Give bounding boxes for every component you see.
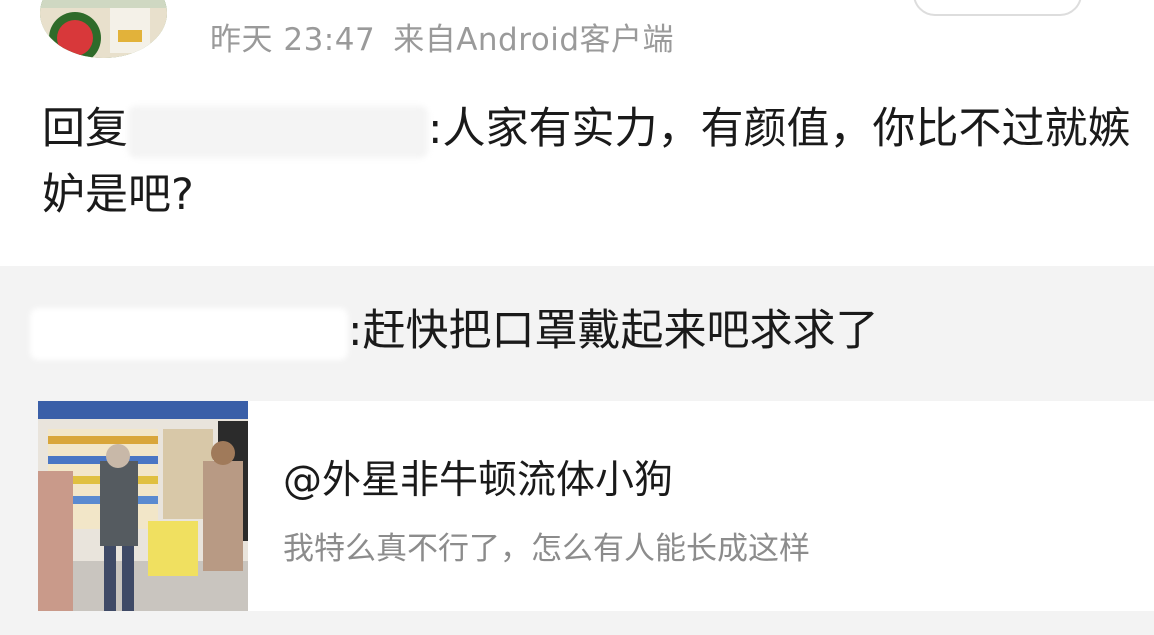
avatar-image xyxy=(40,0,167,58)
store-photo-image xyxy=(38,401,248,611)
comment-source: 来自Android客户端 xyxy=(393,22,675,58)
comment-meta: 昨天 23:47 来自Android客户端 xyxy=(210,14,674,59)
comment-time: 昨天 23:47 xyxy=(210,22,376,58)
share-card-thumbnail xyxy=(38,401,248,611)
share-card-title: @外星非牛顿流体小狗 xyxy=(283,458,674,503)
follow-button[interactable] xyxy=(913,0,1082,16)
redacted-username xyxy=(128,105,428,158)
redacted-quoted-username xyxy=(30,307,348,360)
quoted-text-line: :赶快把口罩戴起来吧求求了 xyxy=(30,296,879,360)
comment-page: 昨天 23:47 来自Android客户端 回复:人家有实力，有颜值，你比不过就嫉… xyxy=(0,0,1154,635)
quoted-post[interactable]: :赶快把口罩戴起来吧求求了 @外星非牛顿流体小狗 我特么真不行了，怎么有人能长成… xyxy=(0,266,1154,635)
share-card[interactable]: @外星非牛顿流体小狗 我特么真不行了，怎么有人能长成这样 xyxy=(38,401,1154,611)
share-card-description: 我特么真不行了，怎么有人能长成这样 xyxy=(283,531,810,567)
reply-prefix: 回复 xyxy=(42,104,128,154)
reply-text-block: 回复:人家有实力，有颜值，你比不过就嫉妒是吧? xyxy=(42,96,1142,228)
quoted-text: :赶快把口罩戴起来吧求求了 xyxy=(348,306,879,356)
user-avatar[interactable] xyxy=(40,0,167,58)
